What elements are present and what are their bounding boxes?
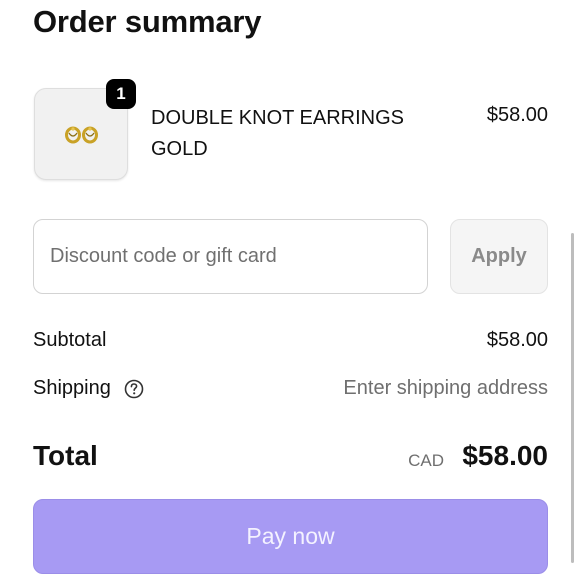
currency-code: CAD	[408, 451, 444, 470]
product-name: DOUBLE KNOT EARRINGS GOLD	[151, 107, 405, 160]
discount-code-input[interactable]	[33, 219, 428, 294]
subtotal-value: $58.00	[486, 329, 548, 351]
product-price: $58.00	[486, 104, 548, 126]
total-value: $58.00	[462, 440, 548, 471]
total-label: Total	[33, 440, 98, 471]
order-summary-title: Order summary	[33, 4, 262, 39]
gold-earrings-image	[65, 126, 98, 144]
subtotal-label: Subtotal	[33, 329, 107, 351]
quantity-badge: 1	[106, 79, 136, 109]
scrollbar[interactable]	[571, 233, 574, 563]
order-summary-panel: Order summary 1 DOUBLE KNOT EARRINGS GOL…	[0, 0, 580, 580]
shipping-label: Shipping	[33, 377, 111, 399]
shipping-value: Enter shipping address	[343, 377, 548, 399]
question-circle-icon[interactable]	[124, 379, 144, 399]
pay-now-button[interactable]: Pay now	[33, 499, 548, 574]
apply-discount-button[interactable]: Apply	[450, 219, 548, 294]
